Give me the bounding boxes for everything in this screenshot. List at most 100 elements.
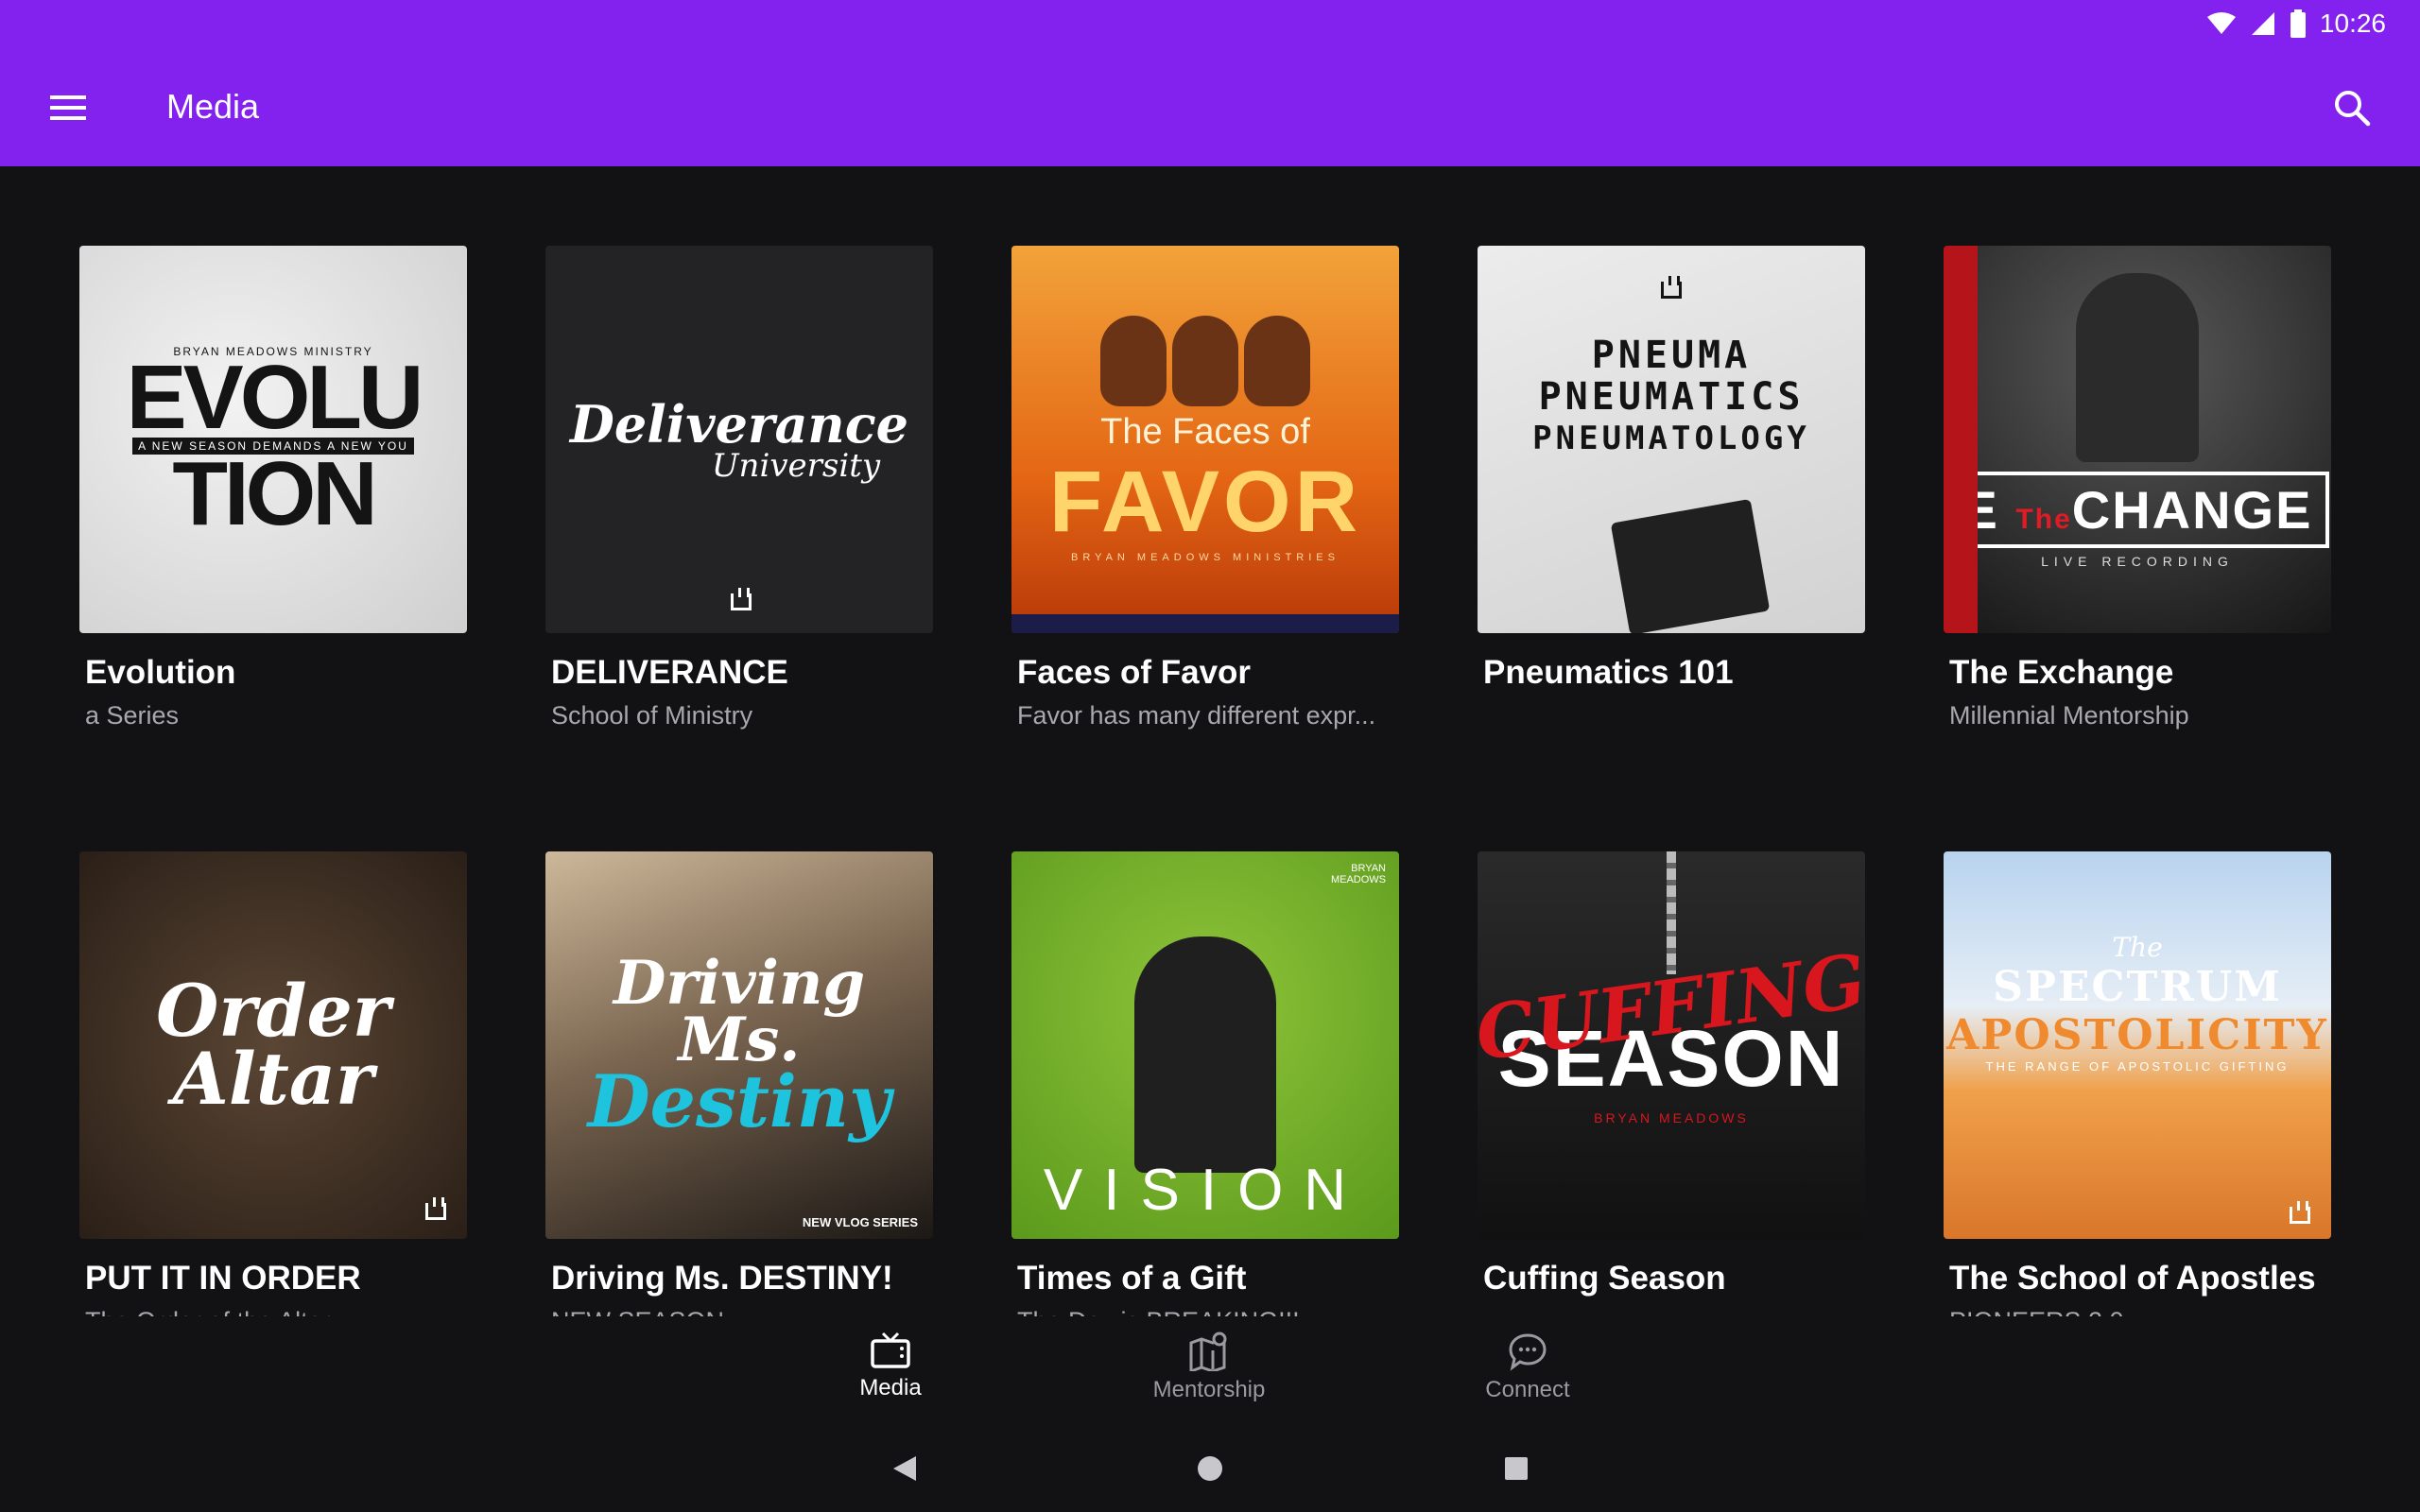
brand-logo-icon bbox=[731, 588, 752, 610]
thumb-text: The bbox=[2015, 503, 2072, 535]
thumb-text: Driving bbox=[613, 948, 866, 1019]
wifi-icon bbox=[2206, 12, 2236, 34]
media-thumbnail: Deliverance University bbox=[545, 246, 933, 633]
card-subtitle: School of Ministry bbox=[551, 701, 753, 730]
card-title: Pneumatics 101 bbox=[1483, 654, 1734, 691]
media-grid: BRYAN MEADOWS MINISTRY EVOLU A NEW SEASO… bbox=[0, 166, 2420, 1321]
media-card-evolution[interactable]: BRYAN MEADOWS MINISTRY EVOLU A NEW SEASO… bbox=[79, 246, 467, 730]
nav-mentorship[interactable]: Mentorship bbox=[1115, 1332, 1304, 1403]
battery-icon bbox=[2290, 9, 2306, 38]
bottom-navigation: Media Mentorship Connect bbox=[0, 1316, 2420, 1421]
thumb-text: PNEUMATICS bbox=[1538, 375, 1805, 419]
tv-icon bbox=[871, 1332, 910, 1368]
card-title: PUT IT IN ORDER bbox=[85, 1260, 361, 1297]
thumb-text: University bbox=[711, 447, 881, 485]
thumb-text: EVOLU bbox=[126, 347, 424, 448]
card-title: The School of Apostles bbox=[1949, 1260, 2316, 1297]
media-card-driving-ms-destiny[interactable]: Driving Ms. Destiny NEW VLOG SERIES Driv… bbox=[545, 851, 933, 1321]
media-card-cuffing-season[interactable]: CUFFING SEASON BRYAN MEADOWS Cuffing Sea… bbox=[1478, 851, 1865, 1297]
card-title: Times of a Gift bbox=[1017, 1260, 1247, 1297]
home-button[interactable] bbox=[1187, 1446, 1233, 1491]
brand-logo-icon bbox=[1661, 276, 1682, 299]
brand-logo-icon bbox=[425, 1197, 446, 1220]
media-card-times-of-a-gift[interactable]: BRYAN MEADOWS VISION Times of a Gift The… bbox=[1011, 851, 1399, 1321]
status-bar: 10:26 bbox=[2206, 8, 2386, 40]
thumb-lines: PNEUMA PNEUMATICS PNEUMATOLOGY bbox=[1532, 335, 1810, 459]
media-thumbnail: BRYAN MEADOWS MINISTRY EVOLU A NEW SEASO… bbox=[79, 246, 467, 633]
thumb-text: BRYAN MEADOWS bbox=[1594, 1110, 1749, 1125]
thumb-band bbox=[1011, 614, 1399, 633]
cell-signal-icon bbox=[2251, 12, 2274, 35]
nav-label: Mentorship bbox=[1152, 1377, 1266, 1402]
media-card-pneumatics[interactable]: PNEUMA PNEUMATICS PNEUMATOLOGY Pneumatic… bbox=[1478, 246, 1865, 692]
thumb-text: PNEUMA bbox=[1591, 334, 1752, 377]
thumb-text: THE RANGE OF APOSTOLIC GIFTING bbox=[1985, 1059, 2290, 1074]
nav-label: Connect bbox=[1485, 1377, 1570, 1402]
media-thumbnail: The Faces of FAVOR BRYAN MEADOWS MINISTR… bbox=[1011, 246, 1399, 633]
card-title: Driving Ms. DESTINY! bbox=[551, 1260, 893, 1297]
thumb-text: SPECTRUM bbox=[1993, 963, 2282, 1011]
home-circle-icon bbox=[1198, 1456, 1222, 1481]
recents-button[interactable] bbox=[1494, 1446, 1539, 1491]
card-subtitle: a Series bbox=[85, 701, 180, 730]
thumb-text: The Faces of bbox=[1100, 412, 1310, 452]
thumb-notebook bbox=[1610, 498, 1771, 633]
thumb-text: The bbox=[2112, 932, 2163, 963]
thumb-text: NEW VLOG SERIES bbox=[802, 1215, 918, 1229]
thumb-portrait bbox=[2076, 272, 2199, 462]
thumb-chain bbox=[1667, 851, 1676, 974]
media-card-the-exchange[interactable]: E TheCHANGE LIVE RECORDING The Exchange … bbox=[1944, 246, 2331, 730]
card-subtitle: Favor has many different expr... bbox=[1017, 701, 1376, 730]
recents-square-icon bbox=[1505, 1457, 1528, 1480]
thumb-text: PNEUMATOLOGY bbox=[1532, 420, 1810, 457]
thumb-text: Order bbox=[156, 969, 390, 1053]
menu-button[interactable] bbox=[34, 74, 102, 142]
thumb-text: Altar bbox=[172, 1037, 374, 1121]
media-thumbnail: E TheCHANGE LIVE RECORDING bbox=[1944, 246, 2331, 633]
thumb-band bbox=[1944, 246, 1978, 633]
thumb-portraits bbox=[1100, 316, 1310, 406]
thumb-text: FAVOR bbox=[1048, 454, 1362, 550]
brand-logo-icon bbox=[2290, 1201, 2310, 1224]
card-title: DELIVERANCE bbox=[551, 654, 788, 691]
media-thumbnail: The SPECTRUM APOSTOLICITY THE RANGE OF A… bbox=[1944, 851, 2331, 1239]
card-title: Evolution bbox=[85, 654, 236, 691]
chat-bubble-icon bbox=[1509, 1333, 1547, 1371]
thumb-text: CHANGE bbox=[2071, 479, 2313, 540]
app-bar: 10:26 Media bbox=[0, 0, 2420, 166]
search-button[interactable] bbox=[2318, 74, 2386, 142]
card-title: Faces of Favor bbox=[1017, 654, 1252, 691]
media-thumbnail: Order Altar bbox=[79, 851, 467, 1239]
thumb-portrait bbox=[1134, 936, 1276, 1173]
card-title: The Exchange bbox=[1949, 654, 2174, 691]
hamburger-menu-icon bbox=[50, 95, 86, 120]
thumb-text: TION bbox=[172, 443, 377, 544]
page-title: Media bbox=[166, 87, 260, 126]
thumb-text: Deliverance bbox=[570, 394, 908, 455]
search-icon bbox=[2335, 91, 2371, 127]
back-button[interactable] bbox=[882, 1446, 927, 1491]
thumb-text: BRYAN MEADOWS MINISTRIES bbox=[1070, 552, 1340, 563]
thumb-text: LIVE RECORDING bbox=[2041, 553, 2234, 569]
media-card-faces-of-favor[interactable]: The Faces of FAVOR BRYAN MEADOWS MINISTR… bbox=[1011, 246, 1399, 730]
card-title: Cuffing Season bbox=[1483, 1260, 1726, 1297]
media-thumbnail: PNEUMA PNEUMATICS PNEUMATOLOGY bbox=[1478, 246, 1865, 633]
thumb-title-box: E TheCHANGE bbox=[1945, 471, 2330, 548]
thumb-text: Destiny bbox=[587, 1059, 891, 1143]
thumb-text: VISION bbox=[1043, 1158, 1368, 1223]
map-pin-icon bbox=[1189, 1332, 1227, 1371]
system-navigation-bar bbox=[0, 1421, 2420, 1512]
thumb-text: BRYAN MEADOWS bbox=[1330, 863, 1386, 885]
media-thumbnail: Driving Ms. Destiny NEW VLOG SERIES bbox=[545, 851, 933, 1239]
media-card-put-it-in-order[interactable]: Order Altar PUT IT IN ORDER The Order of… bbox=[79, 851, 467, 1321]
media-thumbnail: BRYAN MEADOWS VISION bbox=[1011, 851, 1399, 1239]
media-card-school-of-apostles[interactable]: The SPECTRUM APOSTOLICITY THE RANGE OF A… bbox=[1944, 851, 2331, 1321]
nav-media[interactable]: Media bbox=[796, 1332, 985, 1401]
back-triangle-icon bbox=[893, 1456, 916, 1481]
card-subtitle: Millennial Mentorship bbox=[1949, 701, 2189, 730]
status-time: 10:26 bbox=[2319, 9, 2386, 38]
media-card-deliverance[interactable]: Deliverance University DELIVERANCE Schoo… bbox=[545, 246, 933, 730]
media-thumbnail: CUFFING SEASON BRYAN MEADOWS bbox=[1478, 851, 1865, 1239]
nav-connect[interactable]: Connect bbox=[1433, 1332, 1622, 1403]
thumb-text: APOSTOLICITY bbox=[1946, 1011, 2328, 1059]
